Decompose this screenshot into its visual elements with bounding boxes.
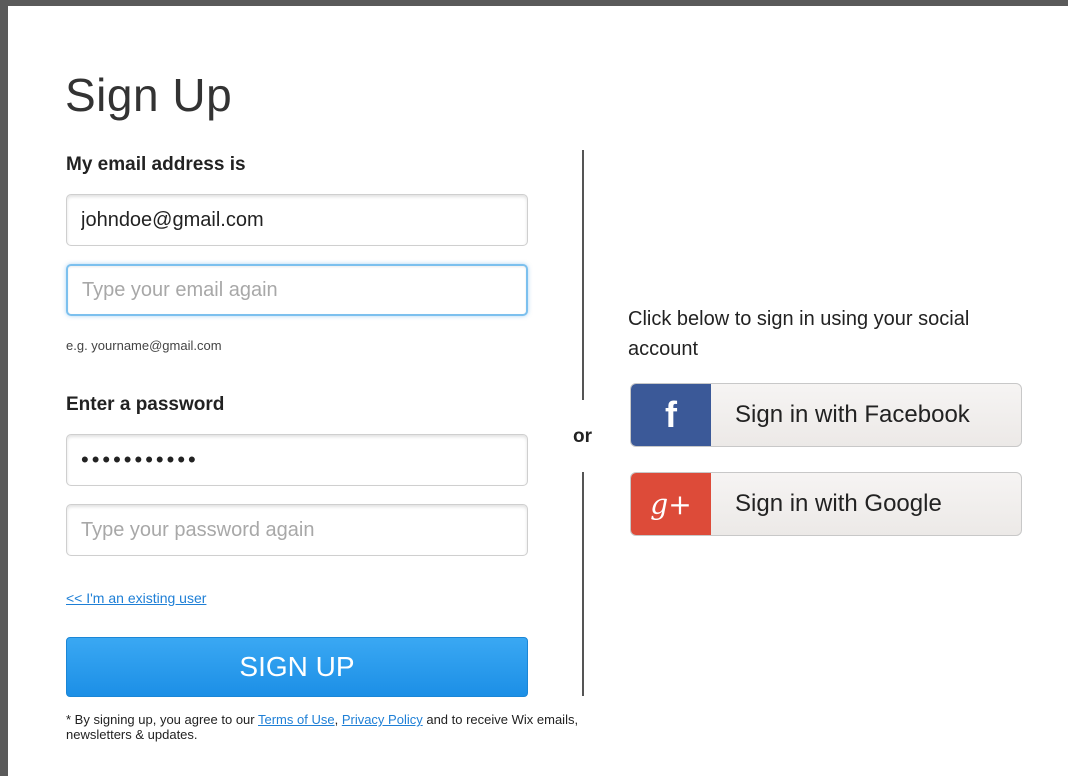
terms-of-use-link[interactable]: Terms of Use [258,712,335,727]
privacy-policy-link[interactable]: Privacy Policy [342,712,423,727]
terms-notice: * By signing up, you agree to our Terms … [66,712,606,742]
signup-panel: Sign Up My email address is e.g. yournam… [8,6,1068,776]
signup-button[interactable]: SIGN UP [66,637,528,697]
social-intro-text: Click below to sign in using your social… [628,308,970,360]
terms-prefix: * By signing up, you agree to our [66,712,258,727]
divider-line-bottom [582,472,584,696]
or-separator: or [573,426,592,447]
facebook-icon: f [631,384,711,446]
facebook-signin-button[interactable]: f Sign in with Facebook [630,383,1022,447]
page-title: Sign Up [65,69,233,121]
password-label: Enter a password [66,394,225,415]
email-field[interactable] [66,194,528,246]
password-confirm-field[interactable] [66,504,528,556]
password-field[interactable] [66,434,528,486]
terms-separator: , [334,712,342,727]
google-signin-label: Sign in with Google [735,490,942,517]
google-plus-icon: g+ [631,473,711,535]
divider-line-top [582,150,584,400]
email-hint: e.g. yourname@gmail.com [66,338,222,353]
google-signin-button[interactable]: g+ Sign in with Google [630,472,1022,536]
email-confirm-field[interactable] [66,264,528,316]
existing-user-link[interactable]: << I'm an existing user [66,590,206,606]
facebook-signin-label: Sign in with Facebook [735,401,970,428]
email-label: My email address is [66,154,246,175]
